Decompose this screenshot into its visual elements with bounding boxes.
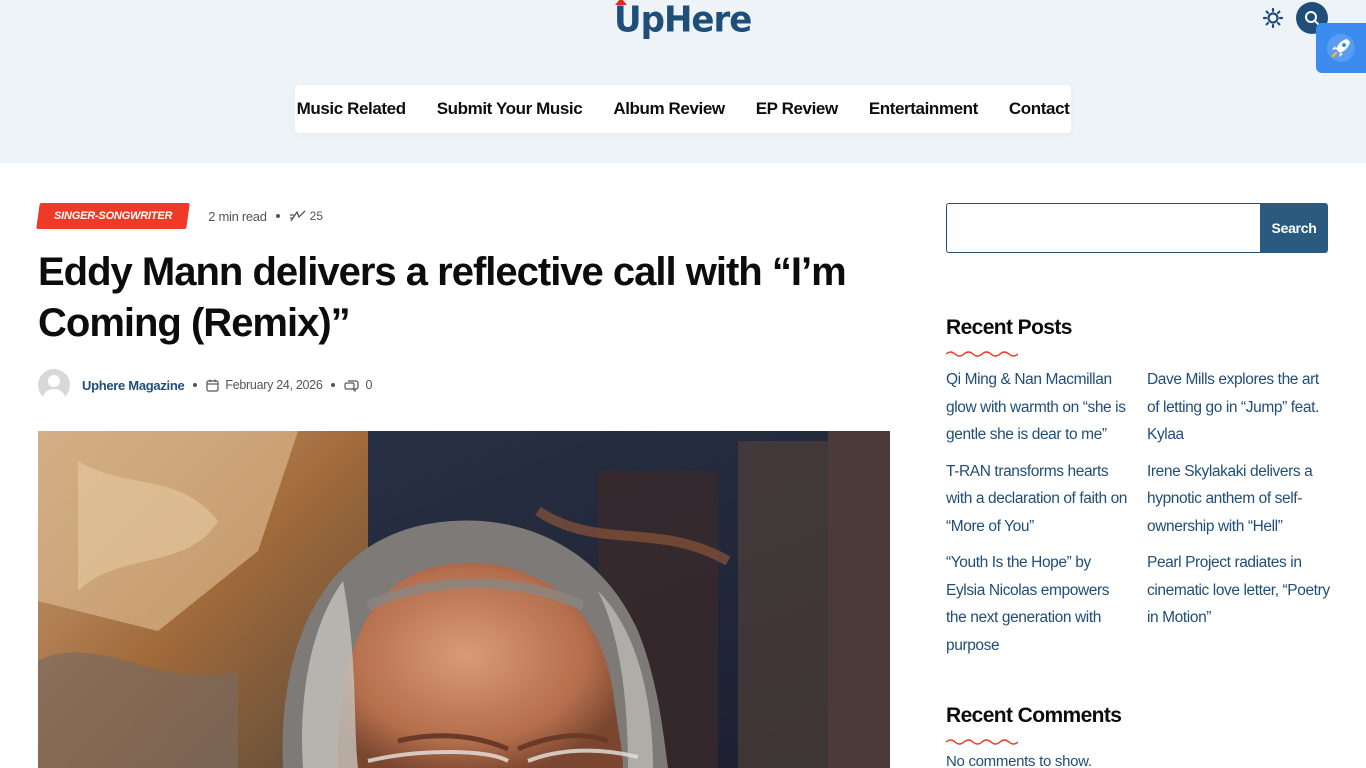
nav-item-ep-review[interactable]: EP Review [756, 99, 838, 119]
recent-post-link[interactable]: Irene Skylakaki delivers a hypnotic anth… [1147, 458, 1331, 541]
calendar-icon [206, 379, 220, 392]
recent-comments-heading: Recent Comments [946, 704, 1122, 727]
logo-text: UpHere [614, 0, 752, 41]
comments-value: 0 [365, 378, 373, 392]
sidebar-search-input[interactable] [946, 203, 1260, 253]
featured-image-art [38, 431, 890, 768]
sun-icon [1263, 8, 1283, 28]
heading-wave-decoration [946, 351, 1018, 357]
nav-item-submit-your-music[interactable]: Submit Your Music [437, 99, 583, 119]
rocket-icon [1327, 34, 1355, 62]
views-value: 25 [309, 209, 323, 223]
post-date-value: February 24, 2026 [225, 378, 323, 392]
author-meta: Uphere Magazine February 24, 2026 0 [38, 368, 372, 402]
recent-post-link[interactable]: “Youth Is the Hope” by Eylsia Nicolas em… [946, 549, 1130, 659]
recent-posts-list: Qi Ming & Nan Macmillan glow with warmth… [946, 366, 1331, 659]
sidebar-search-button[interactable]: Search [1260, 203, 1328, 253]
nav-item-contact[interactable]: Contact [1009, 99, 1070, 119]
dark-mode-toggle[interactable] [1262, 7, 1284, 29]
site-header: UpHere Music Related Submit Your Music A… [0, 0, 1366, 163]
meta-separator [193, 383, 198, 387]
featured-image [38, 431, 890, 768]
views-icon [289, 210, 306, 222]
category-badge[interactable]: SINGER-SONGWRITER [36, 203, 191, 229]
main-nav: Music Related Submit Your Music Album Re… [295, 85, 1071, 133]
comment-icon [344, 379, 360, 392]
article-meta: SINGER-SONGWRITER 2 min read 25 [36, 203, 323, 229]
recent-post-link[interactable]: Dave Mills explores the art of letting g… [1147, 366, 1331, 449]
recent-post-link[interactable]: Qi Ming & Nan Macmillan glow with warmth… [946, 366, 1130, 449]
recent-post-link[interactable]: Pearl Project radiates in cinematic love… [1147, 549, 1331, 659]
comments-count[interactable]: 0 [344, 378, 372, 392]
sidebar-search: Search [946, 203, 1328, 253]
avatar[interactable] [38, 369, 70, 401]
recent-post-link[interactable]: T-RAN transforms hearts with a declarati… [946, 458, 1130, 541]
post-date: February 24, 2026 [206, 378, 323, 392]
rocket-widget-button[interactable] [1316, 23, 1366, 73]
recent-posts-heading: Recent Posts [946, 316, 1072, 339]
nav-item-entertainment[interactable]: Entertainment [869, 99, 978, 119]
read-time: 2 min read [208, 208, 267, 224]
heading-wave-decoration [946, 739, 1018, 745]
nav-item-album-review[interactable]: Album Review [613, 99, 725, 119]
no-comments-text: No comments to show. [946, 753, 1092, 768]
category-label: SINGER-SONGWRITER [54, 210, 173, 222]
site-logo[interactable]: UpHere [614, 0, 752, 41]
nav-item-music-related[interactable]: Music Related [297, 99, 407, 119]
meta-separator [331, 383, 336, 387]
views-count: 25 [289, 209, 323, 223]
author-name[interactable]: Uphere Magazine [82, 378, 185, 393]
meta-separator [275, 214, 280, 218]
article-title: Eddy Mann delivers a reflective call wit… [38, 250, 847, 345]
article: SINGER-SONGWRITER 2 min read 25 Eddy Man… [36, 163, 890, 768]
